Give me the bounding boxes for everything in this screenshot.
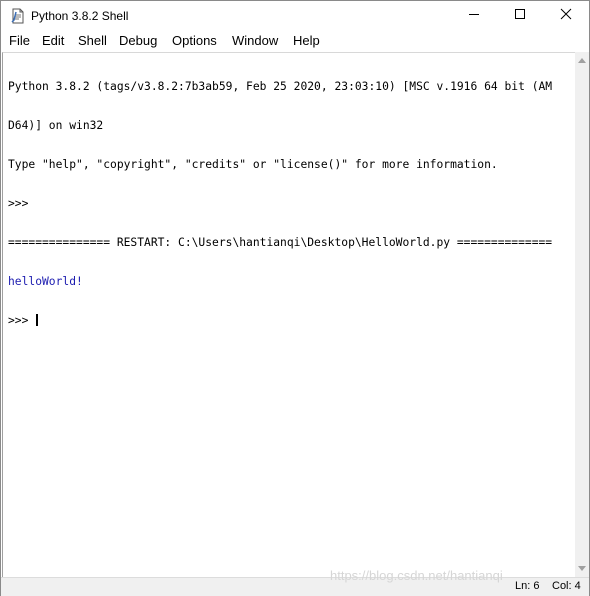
minimize-button[interactable]: [451, 1, 497, 31]
text-cursor: [36, 314, 39, 326]
banner-line: Type "help", "copyright", "credits" or "…: [8, 158, 498, 171]
menu-help[interactable]: Help: [293, 33, 320, 48]
menu-file[interactable]: File: [9, 33, 30, 48]
restart-line: =============== RESTART: C:\Users\hantia…: [8, 236, 553, 249]
status-line-number: Ln: 6: [515, 580, 540, 592]
idle-shell-window: Python 3.8.2 Shell File Edit Shell Debug…: [0, 0, 590, 596]
close-icon: [560, 7, 572, 25]
menu-bar: File Edit Shell Debug Options Window Hel…: [1, 31, 589, 51]
status-column-number: Col: 4: [552, 580, 581, 592]
maximize-icon: [514, 7, 526, 25]
shell-text-area[interactable]: Python 3.8.2 (tags/v3.8.2:7b3ab59, Feb 2…: [2, 52, 575, 578]
menu-options[interactable]: Options: [172, 33, 217, 48]
close-button[interactable]: [543, 1, 589, 31]
minimize-icon: [468, 7, 480, 25]
title-bar[interactable]: Python 3.8.2 Shell: [1, 1, 589, 31]
menu-debug[interactable]: Debug: [119, 33, 157, 48]
banner-line: D64)] on win32: [8, 119, 104, 132]
scroll-down-arrow-icon[interactable]: [578, 566, 586, 571]
watermark-text: https://blog.csdn.net/hantianqi: [330, 568, 503, 583]
menu-window[interactable]: Window: [232, 33, 278, 48]
vertical-scrollbar[interactable]: [575, 52, 589, 577]
scroll-up-arrow-icon[interactable]: [578, 58, 586, 63]
menu-shell[interactable]: Shell: [78, 33, 107, 48]
maximize-button[interactable]: [497, 1, 543, 31]
banner-line: Python 3.8.2 (tags/v3.8.2:7b3ab59, Feb 2…: [8, 80, 553, 93]
menu-edit[interactable]: Edit: [42, 33, 64, 48]
window-title: Python 3.8.2 Shell: [31, 9, 129, 23]
active-prompt-line[interactable]: >>>: [8, 314, 552, 327]
idle-document-icon: [10, 8, 26, 24]
program-output-line: helloWorld!: [8, 275, 83, 288]
prompt-text: >>>: [8, 314, 36, 327]
shell-output: Python 3.8.2 (tags/v3.8.2:7b3ab59, Feb 2…: [8, 54, 552, 353]
prompt-line: >>>: [8, 197, 36, 210]
